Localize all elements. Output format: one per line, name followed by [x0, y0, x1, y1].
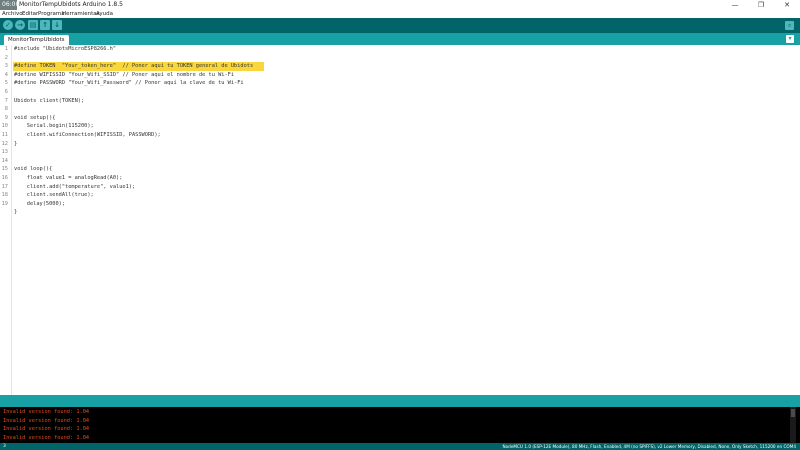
line-number: 12 [1, 140, 8, 147]
code-line: float value1 = analogRead(A0); [14, 175, 123, 181]
close-button[interactable]: ✕ [774, 0, 800, 10]
console-message: Invalid version found: 1.04 [3, 417, 90, 424]
code-editor[interactable]: 1 2 3 4 5 6 7 8 9 10 11 12 13 14 15 16 1… [0, 45, 800, 395]
console-scrollbar-thumb[interactable] [791, 409, 795, 417]
console-output[interactable]: Invalid version found: 1.04 Invalid vers… [0, 407, 800, 443]
console-message: Invalid version found: 1.04 [3, 434, 90, 441]
line-number: 15 [1, 166, 8, 173]
line-number: 1 [4, 46, 8, 52]
status-bar: 3 NodeMCU 1.0 (ESP-12E Module), 80 MHz, … [0, 443, 800, 450]
line-number: 9 [4, 114, 8, 121]
line-number: 4 [4, 71, 8, 78]
console-message: Invalid version found: 1.04 [3, 426, 90, 432]
line-number: 7 [4, 97, 8, 104]
code-line: client.wifiConnection(WIFISSID, PASSWORD… [14, 132, 161, 138]
line-number: 18 [1, 192, 8, 199]
code-line: #define WIFISSID "Your_Wifi_SSID" // Pon… [14, 71, 235, 78]
code-line: } [14, 140, 18, 147]
new-sketch-button[interactable]: ▤ [28, 20, 38, 30]
line-number: 10 [1, 123, 8, 130]
window-title: MonitorTempUbidots Arduino 1.8.5 [19, 1, 123, 8]
open-sketch-button[interactable]: ↑ [40, 20, 50, 30]
line-number: 5 [4, 80, 8, 87]
verify-button[interactable]: ✓ [3, 20, 13, 30]
menu-herramientas[interactable]: Herramientas [62, 10, 99, 18]
code-line: client.sendAll(true); [14, 192, 94, 199]
code-line: } [14, 209, 18, 216]
menu-ayuda[interactable]: Ayuda [96, 10, 113, 18]
line-number: 13 [1, 149, 8, 156]
code-line: #define PASSWORD "Your_Wifi_Password" //… [14, 80, 244, 87]
code-line: void loop(){ [14, 166, 53, 173]
time-badge: 06:00 [0, 0, 20, 10]
tab-sketch[interactable]: MonitorTempUbidots [4, 35, 69, 45]
tab-bar: MonitorTempUbidots ▾ [0, 33, 800, 45]
line-number: 3 [4, 63, 8, 70]
line-number: 2 [4, 54, 8, 61]
code-line: #define TOKEN "Your_token_here" // Poner… [14, 63, 254, 70]
menu-archivo[interactable]: Archivo [2, 10, 23, 18]
toolbar: ✓ → ▤ ↑ ↓ ⌕ [0, 18, 800, 33]
menu-editar[interactable]: Editar [22, 10, 38, 18]
console-message: Invalid version found: 1.04 [3, 409, 90, 415]
line-number: 11 [1, 132, 8, 138]
serial-monitor-icon[interactable]: ⌕ [785, 21, 794, 30]
time-badge-text: 06:00 [2, 1, 20, 8]
status-line-number: 3 [3, 444, 6, 449]
code-line: delay(5000); [14, 200, 66, 207]
tab-menu-icon[interactable]: ▾ [786, 35, 794, 43]
line-number: 6 [4, 89, 8, 95]
line-number: 17 [1, 183, 8, 190]
line-number: 8 [4, 106, 8, 113]
line-number-gutter: 1 2 3 4 5 6 7 8 9 10 11 12 13 14 15 16 1… [0, 45, 12, 395]
line-number: 19 [1, 200, 8, 207]
menu-bar: Archivo Editar Programa Herramientas Ayu… [0, 10, 800, 18]
code-line: #include "UbidotsMicroESP8266.h" [14, 46, 117, 52]
line-number: 14 [1, 157, 8, 164]
maximize-button[interactable]: ❐ [748, 0, 774, 10]
upload-button[interactable]: → [15, 20, 25, 30]
title-bar: 06:00 MonitorTempUbidots Arduino 1.8.5 —… [0, 0, 800, 10]
minimize-button[interactable]: — [722, 0, 748, 10]
code-line: Serial.begin(115200); [14, 123, 94, 130]
code-line: client.add("temperature", value1); [14, 183, 136, 190]
menu-programa[interactable]: Programa [38, 10, 65, 18]
code-line: void setup(){ [14, 114, 56, 121]
code-line: Ubidots client(TOKEN); [14, 97, 85, 104]
status-board-info: NodeMCU 1.0 (ESP-12E Module), 80 MHz, Fl… [502, 444, 796, 449]
save-sketch-button[interactable]: ↓ [52, 20, 62, 30]
line-number: 16 [1, 175, 8, 181]
console-divider[interactable] [0, 395, 800, 407]
